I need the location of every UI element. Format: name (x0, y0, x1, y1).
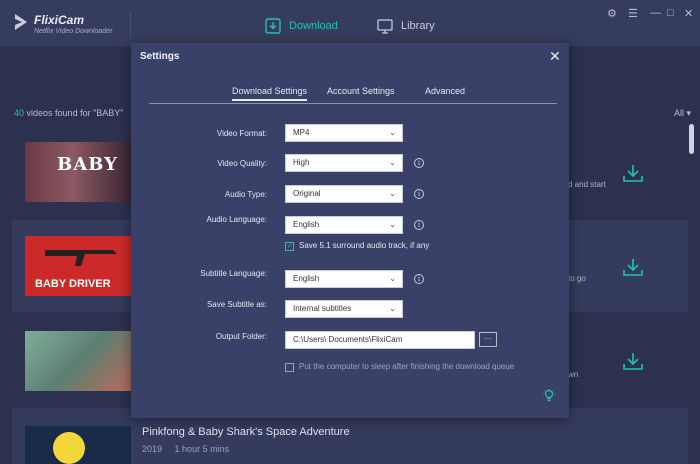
tab-download-settings[interactable]: Download Settings (232, 86, 308, 101)
menu-icon[interactable]: ☰ (628, 7, 638, 20)
minimize-button[interactable]: — (650, 7, 661, 19)
row-peek-text: wn (568, 370, 579, 379)
info-icon[interactable]: i (414, 189, 424, 199)
results-query: videos found for "BABY" (26, 108, 124, 118)
title-bar: FlixiCam Netflix Video Downloader Downlo… (0, 0, 700, 46)
nav-library-label: Library (401, 20, 435, 32)
settings-dialog: Settings ✕ Download Settings Account Set… (131, 43, 569, 418)
app-name: FlixiCam (34, 13, 85, 27)
chevron-down-icon: ⌄ (389, 220, 396, 229)
sleep-checkbox[interactable] (285, 363, 294, 372)
app-subtitle: Netflix Video Downloader (34, 28, 113, 35)
info-icon[interactable]: i (414, 158, 424, 168)
lightbulb-icon[interactable] (543, 389, 555, 403)
nav-download-label: Download (289, 20, 338, 32)
sleep-label: Put the computer to sleep after finishin… (299, 362, 515, 371)
flixicam-logo-icon (15, 14, 27, 30)
video-format-label: Video Format: (216, 129, 267, 138)
subtitle-language-value: English (293, 274, 320, 283)
chevron-down-icon: ⌄ (389, 128, 396, 137)
row-peek-text: d and start (568, 180, 606, 189)
gun-image-icon (45, 250, 117, 266)
settings-tabs: Download Settings Account Settings Advan… (149, 86, 557, 104)
video-quality-value: High (293, 158, 310, 167)
download-icon[interactable] (622, 352, 644, 370)
audio-language-select[interactable]: English ⌄ (285, 216, 403, 234)
audio-type-label: Audio Type: (224, 190, 267, 199)
video-thumbnail: BABY DRIVER (25, 236, 131, 296)
video-format-value: MP4 (293, 128, 310, 137)
scrollbar-thumb[interactable] (689, 124, 694, 154)
thumbnail-title: BABY (57, 154, 118, 175)
thumbnail-title: BABY DRIVER (35, 278, 111, 290)
save-subtitle-label: Save Subtitle as: (206, 300, 267, 309)
chevron-down-icon: ⌄ (389, 189, 396, 198)
audio-language-value: English (293, 220, 320, 229)
results-count: 40 (14, 108, 25, 118)
video-year: 2019 (142, 444, 163, 454)
tab-account-settings[interactable]: Account Settings (327, 86, 395, 96)
video-quality-label: Video Quality: (217, 159, 267, 168)
video-meta: 2019 1 hour 5 mins (142, 444, 229, 454)
nav-download[interactable]: Download (265, 18, 338, 34)
video-thumbnail (25, 331, 131, 391)
subtitle-language-select[interactable]: English ⌄ (285, 270, 403, 288)
download-icon[interactable] (622, 258, 644, 276)
settings-title: Settings (140, 51, 180, 62)
video-duration: 1 hour 5 mins (174, 444, 230, 454)
row-peek-text: to go (568, 274, 586, 283)
browse-folder-button[interactable]: ··· (479, 332, 497, 347)
shark-character-image (53, 432, 85, 464)
close-settings-button[interactable]: ✕ (549, 48, 561, 65)
video-title: Pinkfong & Baby Shark's Space Adventure (142, 426, 350, 438)
output-folder-input[interactable]: C:\Users\ Documents\FlixiCam (285, 331, 475, 349)
info-icon[interactable]: i (414, 220, 424, 230)
audio-language-label: Audio Language: (206, 215, 268, 224)
subtitle-language-label: Subtitle Language: (200, 269, 267, 278)
filter-dropdown[interactable]: All ▾ (674, 108, 691, 119)
chevron-down-icon: ⌄ (389, 274, 396, 283)
info-icon[interactable]: i (414, 274, 424, 284)
video-thumbnail (25, 426, 131, 464)
download-icon[interactable] (622, 164, 644, 182)
surround-label: Save 5.1 surround audio track, if any (299, 241, 430, 250)
download-nav-icon (265, 18, 281, 34)
surround-checkbox[interactable]: ✓ (285, 242, 294, 251)
maximize-button[interactable]: □ (667, 7, 674, 19)
settings-gear-icon[interactable]: ⚙ (607, 7, 617, 20)
video-thumbnail: BABY (25, 142, 131, 202)
save-subtitle-value: Internal subtitles (293, 304, 352, 313)
audio-type-select[interactable]: Original ⌄ (285, 185, 403, 203)
audio-type-value: Original (293, 189, 321, 198)
library-monitor-icon (377, 19, 393, 34)
nav-library[interactable]: Library (377, 18, 435, 34)
results-count-text: 40 videos found for "BABY" (14, 108, 123, 118)
video-quality-select[interactable]: High ⌄ (285, 154, 403, 172)
tab-advanced[interactable]: Advanced (425, 86, 465, 96)
chevron-down-icon: ⌄ (389, 304, 396, 313)
close-window-button[interactable]: ✕ (684, 7, 693, 20)
save-subtitle-select[interactable]: Internal subtitles ⌄ (285, 300, 403, 318)
video-format-select[interactable]: MP4 ⌄ (285, 124, 403, 142)
output-folder-label: Output Folder: (215, 332, 267, 341)
chevron-down-icon: ⌄ (389, 158, 396, 167)
divider (130, 12, 131, 38)
